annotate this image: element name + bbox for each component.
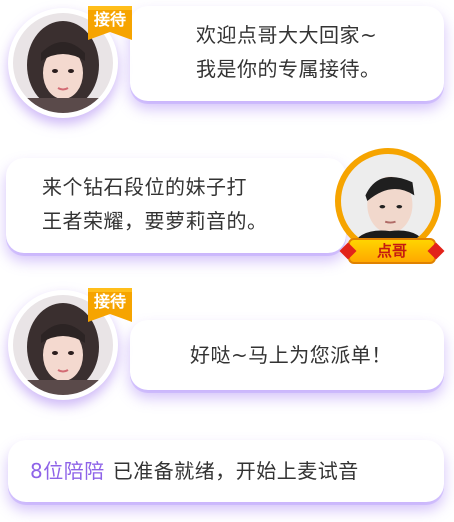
boy-avatar-icon xyxy=(341,154,435,248)
user-name-label: 点哥 xyxy=(376,242,407,260)
chat-bubble-host-welcome: 欢迎点哥大大回家~ 我是你的专属接待。 xyxy=(130,6,444,101)
chat-bubble-user-request: 来个钻石段位的妹子打 王者荣耀，要萝莉音的。 xyxy=(6,158,346,253)
chat-bubble-host-confirm: 好哒~马上为您派单！ xyxy=(130,320,444,390)
message-text: 欢迎点哥大大回家~ 我是你的专属接待。 xyxy=(196,23,381,81)
host-ribbon-badge: 接待 xyxy=(86,6,134,42)
host-badge-label: 接待 xyxy=(93,10,126,29)
message-text: 好哒~马上为您派单！ xyxy=(190,343,392,367)
user-name-badge: 点哥 xyxy=(338,236,446,266)
message-text: 来个钻石段位的妹子打 王者荣耀，要萝莉音的。 xyxy=(42,175,268,233)
host-badge-label: 接待 xyxy=(93,292,126,311)
status-message: 已准备就绪，开始上麦试音 xyxy=(112,459,359,483)
companion-count: 8位陪陪 xyxy=(30,459,105,483)
status-banner: 8位陪陪 已准备就绪，开始上麦试音 xyxy=(8,440,444,502)
host-ribbon-badge: 接待 xyxy=(86,288,134,324)
